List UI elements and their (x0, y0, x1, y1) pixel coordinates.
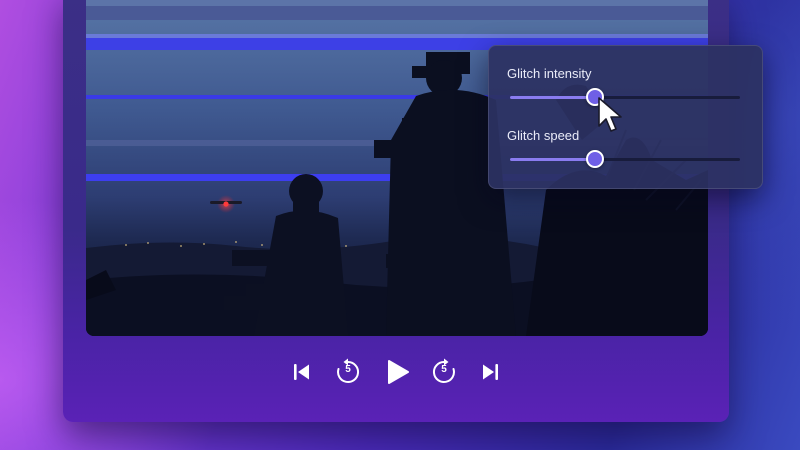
forward-seconds-label: 5 (441, 364, 447, 375)
skip-to-start-icon (294, 364, 309, 380)
glitch-speed-label: Glitch speed (507, 128, 580, 143)
mouse-pointer-icon (598, 97, 622, 132)
glitch-speed-fill (510, 158, 596, 161)
glitch-speed-thumb[interactable] (586, 150, 605, 168)
glitch-speed-slider[interactable] (510, 149, 740, 169)
glitch-intensity-label: Glitch intensity (507, 66, 592, 81)
play-button[interactable] (378, 352, 418, 392)
forward-5-seconds-button[interactable]: 5 (424, 352, 464, 392)
rewind-seconds-label: 5 (345, 364, 351, 375)
skip-to-end-icon (483, 364, 498, 380)
previous-button[interactable] (282, 352, 322, 392)
playback-controls: 5 5 (63, 352, 729, 396)
next-button[interactable] (470, 352, 510, 392)
rewind-5-seconds-button[interactable]: 5 (328, 352, 368, 392)
glitch-intensity-fill (510, 96, 596, 99)
play-icon (388, 360, 409, 384)
